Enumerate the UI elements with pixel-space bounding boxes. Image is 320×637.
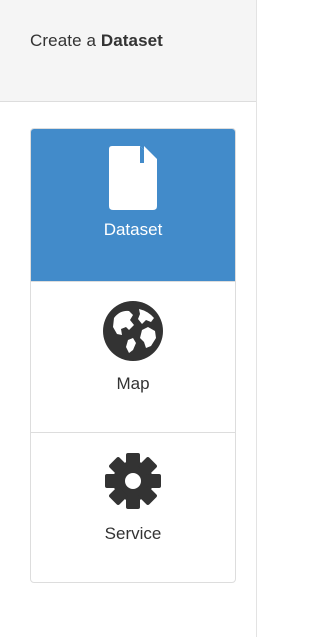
page-title: Create a Dataset <box>30 31 163 51</box>
type-label-dataset: Dataset <box>103 220 163 239</box>
type-list: Dataset Map Service <box>30 128 236 583</box>
gear-icon <box>105 453 161 509</box>
type-label-service: Service <box>104 524 162 543</box>
title-bold: Dataset <box>100 31 163 50</box>
type-item-map[interactable]: Map <box>31 281 235 433</box>
type-item-dataset[interactable]: Dataset <box>31 129 235 281</box>
globe-icon <box>103 301 163 361</box>
create-panel: Create a Dataset Dataset Map Service <box>0 0 257 637</box>
title-prefix: Create a <box>30 31 101 50</box>
document-icon <box>109 146 157 210</box>
type-item-service[interactable]: Service <box>31 432 235 582</box>
type-label-map: Map <box>116 374 150 393</box>
panel-header: Create a Dataset <box>0 0 256 102</box>
